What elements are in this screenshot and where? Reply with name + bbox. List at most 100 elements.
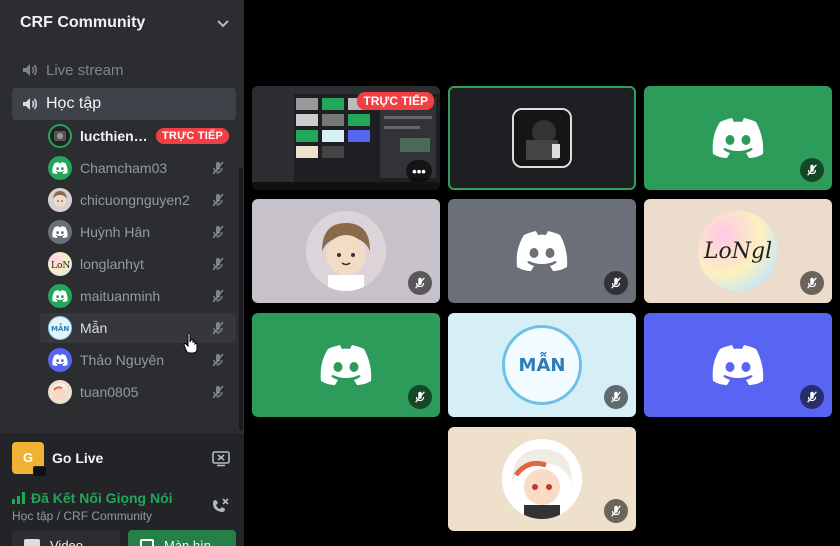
user-name: Mẫn — [80, 320, 108, 336]
speaker-icon — [20, 60, 40, 80]
avatar: MẪN — [48, 316, 72, 340]
mic-muted-icon — [408, 271, 432, 295]
discord-logo-icon — [712, 118, 764, 158]
svg-text:MẪN: MẪN — [51, 323, 69, 333]
mic-muted-icon — [604, 271, 628, 295]
live-badge: TRỰC TIẾP — [357, 92, 434, 110]
discord-logo-icon — [320, 345, 372, 385]
user-tile[interactable] — [644, 313, 832, 417]
screen-share-icon — [140, 539, 154, 546]
avatar-text: LoNgl — [703, 238, 773, 264]
mic-muted-icon — [604, 385, 628, 409]
mic-muted-icon — [212, 257, 224, 271]
channel-list: Live stream Học tập — [0, 54, 244, 120]
user-tile[interactable]: MẪN — [448, 313, 636, 417]
mic-muted-icon — [212, 385, 224, 399]
discord-avatar — [48, 348, 72, 372]
user-name: Chamcham03 — [80, 160, 168, 176]
user-tile[interactable] — [252, 313, 440, 417]
discord-avatar — [48, 156, 72, 180]
sidebar: CRF Community Live stream Học tập lucthi… — [0, 0, 244, 546]
screen-share-label: Màn hìn — [164, 537, 211, 546]
mic-muted-icon — [212, 289, 224, 303]
disconnect-icon[interactable] — [210, 496, 230, 516]
go-live-app-letter: G — [22, 450, 34, 465]
avatar — [48, 188, 72, 212]
channel-label: Live stream — [46, 61, 124, 79]
svg-text:LoN: LoN — [51, 261, 70, 271]
mic-muted-icon — [604, 499, 628, 523]
camera-tile[interactable] — [448, 86, 636, 190]
avatar — [502, 439, 582, 519]
server-header[interactable]: CRF Community — [0, 0, 244, 46]
voice-status-label: Đã Kết Nối Giọng Nói — [31, 490, 173, 506]
screen-share-button[interactable]: Màn hìn — [128, 530, 236, 546]
mic-muted-icon — [212, 193, 224, 207]
video-label: Video — [50, 537, 84, 546]
go-live-app-icon: G — [12, 441, 47, 477]
user-name: Thảo Nguyên — [80, 352, 165, 368]
mic-muted-icon — [212, 353, 224, 367]
video-camera-icon — [24, 539, 40, 546]
voice-user[interactable]: MẪN Mẫn — [40, 313, 236, 343]
user-name: chicuongnguyen2 — [80, 192, 190, 208]
voice-buttons: Video Màn hìn — [12, 530, 236, 546]
user-name: maituanminh — [80, 288, 161, 304]
avatar: LoN — [48, 252, 72, 276]
user-name: Huỳnh Hân — [80, 224, 151, 240]
voice-user-list: lucthienp... TRỰC TIẾP Chamcham03 chicuo… — [0, 121, 244, 409]
voice-user[interactable]: chicuongnguyen2 — [40, 185, 236, 215]
stop-stream-icon[interactable] — [212, 449, 230, 467]
user-tile[interactable]: LoNgl — [644, 199, 832, 303]
video-grid: TRỰC TIẾP ••• LoNgl MẪN — [244, 0, 840, 546]
voice-user[interactable]: maituanminh — [40, 281, 236, 311]
user-name: longlanhyt — [80, 256, 144, 272]
voice-connection-panel: Đã Kết Nối Giọng Nói Học tập / CRF Commu… — [0, 480, 244, 546]
speaker-icon — [20, 94, 40, 114]
voice-user[interactable]: Thảo Nguyên — [40, 345, 236, 375]
voice-user[interactable]: tuan0805 — [40, 377, 236, 407]
stream-tile[interactable]: TRỰC TIẾP ••• — [252, 86, 440, 190]
discord-avatar — [48, 220, 72, 244]
go-live-panel: G Go Live — [0, 434, 244, 480]
discord-avatar — [48, 284, 72, 308]
mic-muted-icon — [408, 385, 432, 409]
channel-live-stream[interactable]: Live stream — [12, 54, 236, 86]
mic-muted-icon — [212, 321, 224, 335]
avatar — [48, 124, 72, 148]
avatar — [306, 211, 386, 291]
user-name: lucthienp... — [80, 128, 150, 144]
video-button[interactable]: Video — [12, 530, 120, 546]
discord-logo-icon — [516, 231, 568, 271]
more-options-button[interactable]: ••• — [406, 160, 432, 182]
camera-avatar — [512, 108, 572, 168]
avatar: MẪN — [502, 325, 582, 405]
discord-logo-icon — [712, 345, 764, 385]
mic-muted-icon — [212, 225, 224, 239]
user-tile[interactable] — [448, 427, 636, 531]
live-badge: TRỰC TIẾP — [156, 128, 230, 144]
server-name: CRF Community — [20, 14, 146, 31]
go-live-label: Go Live — [52, 449, 104, 466]
channel-label: Học tập — [46, 95, 102, 112]
hand-cursor-icon — [183, 332, 198, 354]
voice-user[interactable]: LoN longlanhyt — [40, 249, 236, 279]
voice-status: Đã Kết Nối Giọng Nói — [12, 490, 232, 506]
mic-muted-icon — [800, 271, 824, 295]
voice-location[interactable]: Học tập / CRF Community — [12, 509, 232, 523]
mic-muted-icon — [800, 158, 824, 182]
user-tile[interactable] — [252, 199, 440, 303]
mic-muted-icon — [800, 385, 824, 409]
avatar-text: MẪN — [518, 354, 566, 376]
voice-user[interactable]: lucthienp... TRỰC TIẾP — [40, 121, 236, 151]
voice-user[interactable]: Huỳnh Hân — [40, 217, 236, 247]
sidebar-scrollbar[interactable] — [239, 168, 243, 430]
channel-hoc-tap[interactable]: Học tập — [12, 88, 236, 120]
mic-muted-icon — [212, 161, 224, 175]
user-tile[interactable] — [644, 86, 832, 190]
user-tile[interactable] — [448, 199, 636, 303]
chevron-down-icon[interactable] — [216, 16, 230, 30]
user-name: tuan0805 — [80, 384, 139, 400]
voice-user[interactable]: Chamcham03 — [40, 153, 236, 183]
signal-icon — [12, 492, 25, 504]
